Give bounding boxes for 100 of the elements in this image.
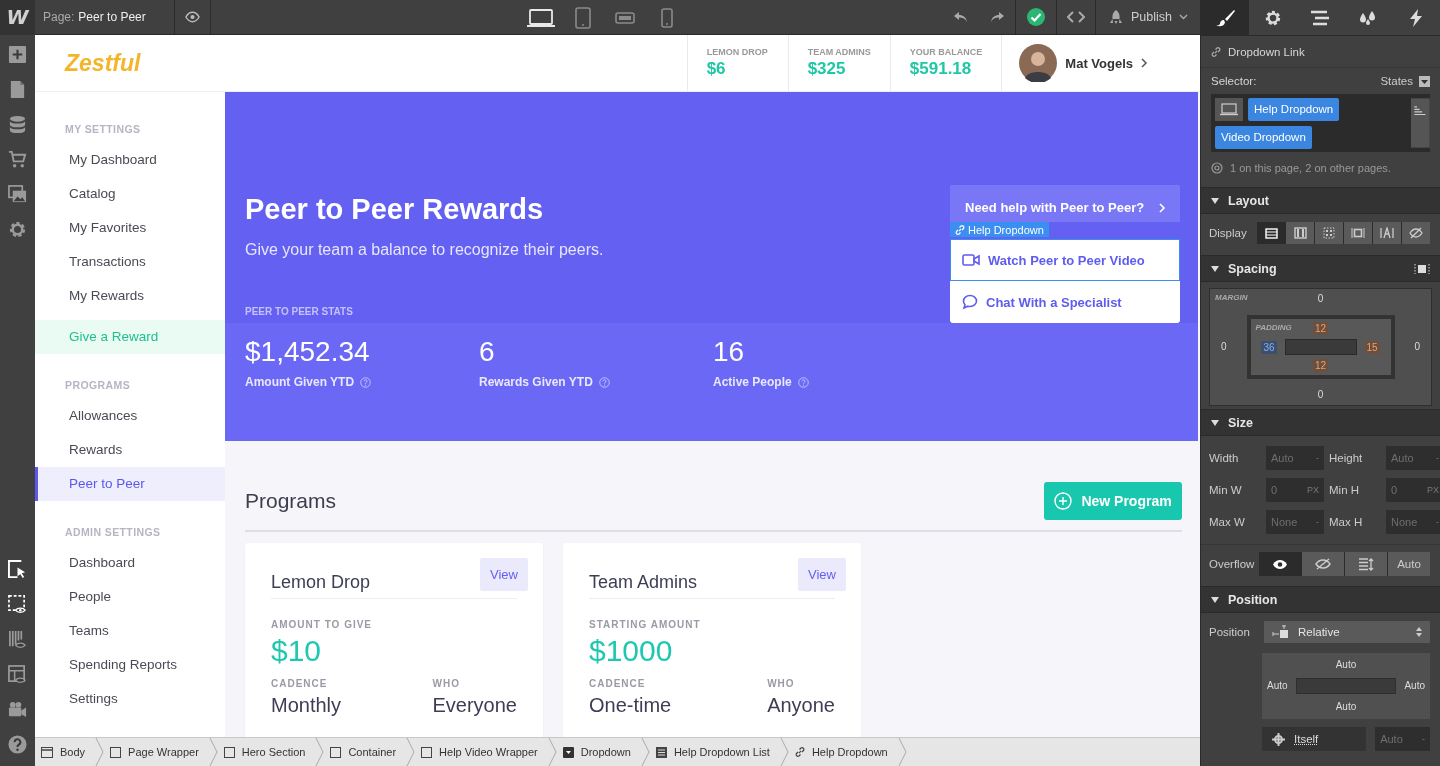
sidebar-item[interactable]: Spending Reports [35,648,225,682]
sidebar-item[interactable]: Settings [35,682,225,716]
sidebar-item[interactable]: Peer to Peer [35,467,225,501]
user-menu[interactable]: Mat Vogels [1001,35,1200,91]
selector-field[interactable]: Help Dropdown Video Dropdown [1211,94,1430,152]
section-title[interactable]: Size [1228,415,1253,430]
video-camera-icon[interactable] [8,700,27,719]
class-tag[interactable]: Video Dropdown [1215,126,1312,149]
view-button[interactable]: View [798,558,846,591]
breadcrumb-item[interactable]: Hero Section [223,738,331,766]
images-icon[interactable] [8,185,27,204]
overflow-option-button[interactable]: Auto [1388,552,1430,576]
stat-value: 6 [479,335,496,369]
unit-label[interactable]: PX [1427,485,1439,495]
size-field[interactable]: Auto - [1266,446,1324,470]
breadcrumb-item[interactable]: Container [330,738,422,766]
margin-right-value[interactable]: 0 [1414,340,1420,354]
size-field[interactable]: None - [1266,510,1324,534]
database-icon[interactable] [8,115,27,134]
amount-value: $10 [271,633,323,669]
states-dropdown[interactable]: States [1380,75,1430,87]
display-option-button[interactable] [1286,222,1314,244]
cart-icon[interactable] [8,150,27,169]
offset-top-value[interactable]: Auto [1335,658,1357,672]
page-icon[interactable] [8,80,27,99]
z-index-field[interactable]: Auto - [1375,727,1430,751]
breadcrumb-item[interactable]: Dropdown [562,738,656,766]
margin-bottom-value[interactable]: 0 [1317,388,1324,402]
breadcrumb-item[interactable]: Help Dropdown List [655,738,795,766]
section-title[interactable]: Position [1228,592,1278,607]
offset-bottom-value[interactable]: Auto [1335,700,1357,714]
size-field[interactable]: Auto - [1386,446,1440,470]
padding-bottom-value[interactable]: 12 [1312,359,1329,372]
selector-cursor-icon[interactable] [8,560,27,579]
section-title[interactable]: Layout [1228,193,1269,208]
breadcrumb-item[interactable]: Help Dropdown [794,738,913,766]
offset-left-value[interactable]: Auto [1267,679,1288,693]
padding-right-value[interactable]: 15 [1364,340,1380,354]
breadcrumb-item[interactable]: Body [41,738,111,766]
help-dropdown-button[interactable]: Need help with Peer to Peer? [950,185,1180,222]
padding-label: PADDING [1255,323,1292,332]
sidebar-item[interactable]: Dashboard [35,546,225,580]
size-field[interactable]: None - [1386,510,1440,534]
preview-outline-icon[interactable] [8,595,27,614]
margin-left-value[interactable]: 0 [1221,340,1227,354]
breadcrumb-item[interactable]: Page Wrapper [110,738,224,766]
display-label: Display [1209,227,1247,239]
grid-preview-icon[interactable] [8,630,27,649]
class-tag[interactable]: Help Dropdown [1248,98,1340,121]
padding-left-value[interactable]: 36 [1261,340,1277,354]
relative-to-button[interactable]: Itself [1262,727,1367,751]
display-option-button[interactable] [1402,222,1430,244]
section-title[interactable]: Spacing [1228,261,1277,276]
display-option-button[interactable] [1344,222,1372,244]
brush-icon [1214,8,1235,27]
sidebar-item[interactable]: Transactions [35,245,225,279]
lightning-icon [1409,8,1424,27]
page-name[interactable]: Peer to Peer [78,10,146,24]
sidebar-item[interactable]: My Favorites [35,211,225,245]
square-icon [421,746,433,758]
brush-tab[interactable] [1201,0,1249,35]
help-menu-item[interactable]: Chat With a Specialist [950,281,1180,323]
offset-right-value[interactable]: Auto [1404,679,1425,693]
sidebar-item[interactable]: People [35,580,225,614]
field-value: Anyone [767,694,835,717]
field-value: Everyone [432,694,517,717]
help-icon[interactable] [8,735,27,754]
view-button[interactable]: View [480,558,528,591]
size-label: Max W [1209,516,1246,528]
sidebar-item[interactable]: My Rewards [35,279,225,313]
collapse-caret-icon[interactable] [1211,197,1219,204]
unit-label[interactable]: - [1316,453,1319,463]
unit-label[interactable]: - [1436,453,1439,463]
breadcrumb-item[interactable]: Help Video Wrapper [421,738,563,766]
display-option-button[interactable] [1315,222,1343,244]
sidebar-item[interactable]: Catalog [35,177,225,211]
unit-label[interactable]: - [1316,517,1319,527]
position-select[interactable]: Relative [1264,621,1430,643]
help-menu-item[interactable]: Watch Peer to Peer Video [950,239,1180,281]
sidebar-item[interactable]: Rewards [35,433,225,467]
padding-top-value[interactable]: 12 [1312,322,1329,335]
display-option-button[interactable] [1373,222,1401,244]
margin-top-value[interactable]: 0 [1317,292,1324,306]
collapse-caret-icon[interactable] [1211,596,1219,603]
unit-label[interactable]: - [1422,734,1425,744]
chevron-separator-icon [547,738,557,766]
settings-icon[interactable] [8,220,27,239]
spacing-preset-icon[interactable] [1414,262,1430,275]
sidebar-item[interactable]: Teams [35,614,225,648]
rocket-icon [1108,9,1124,25]
sidebar-item[interactable]: My Dashboard [35,143,225,177]
layout-preview-icon[interactable] [8,665,27,684]
add-icon[interactable] [8,45,27,64]
unit-label[interactable]: PX [1307,485,1319,495]
collapse-caret-icon[interactable] [1211,419,1219,426]
publish-button[interactable]: Publish [1096,0,1200,35]
tablet-landscape-icon [615,10,635,25]
unit-label[interactable]: - [1436,517,1439,527]
sidebar-item[interactable]: Allowances [35,399,225,433]
collapse-caret-icon[interactable] [1211,265,1219,272]
